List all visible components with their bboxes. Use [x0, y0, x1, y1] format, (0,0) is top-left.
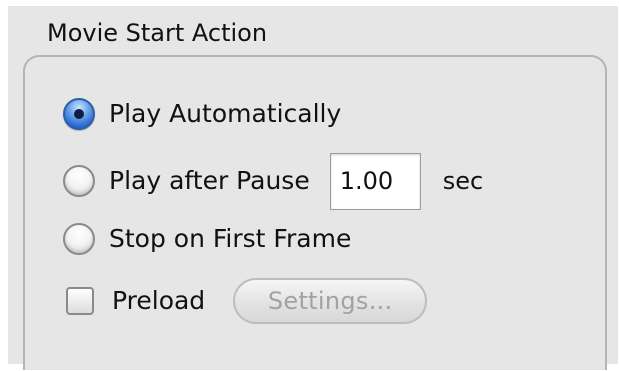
option-play-automatically[interactable]: Play Automatically [63, 84, 341, 144]
settings-button[interactable]: Settings... [233, 278, 428, 324]
group-title: Movie Start Action [47, 19, 268, 47]
preload-label: Preload [112, 286, 206, 315]
label-play-after-pause: Play after Pause [109, 166, 310, 195]
radio-selected-dot-icon [74, 109, 84, 119]
option-stop-on-first-frame[interactable]: Stop on First Frame [63, 209, 351, 269]
radio-play-after-pause[interactable] [63, 165, 95, 197]
option-play-after-pause[interactable]: Play after Pause 1.00 sec [63, 151, 483, 211]
label-play-automatically: Play Automatically [109, 99, 342, 128]
radio-play-automatically[interactable] [63, 98, 95, 130]
pause-duration-input[interactable]: 1.00 [329, 152, 421, 210]
label-stop-on-first-frame: Stop on First Frame [109, 224, 352, 253]
pause-unit-label: sec [442, 167, 484, 195]
preload-row: Preload Settings... [63, 271, 428, 331]
preload-checkbox[interactable] [66, 287, 94, 315]
radio-stop-on-first-frame[interactable] [63, 223, 95, 255]
